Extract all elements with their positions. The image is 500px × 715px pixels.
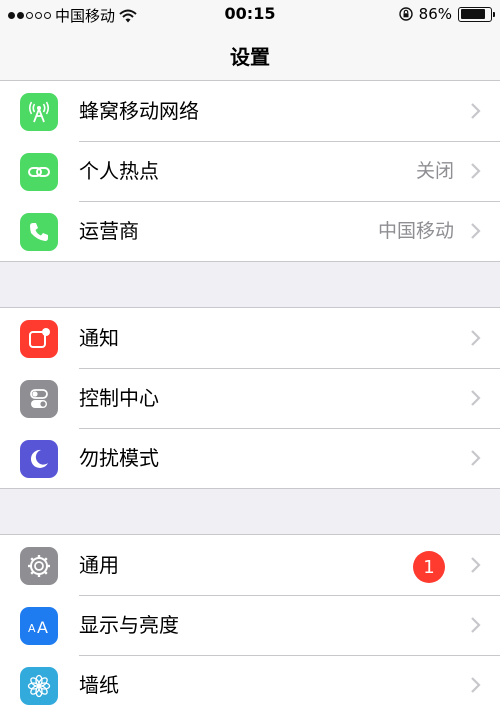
cellular-antenna-icon [20,93,58,131]
settings-row-label: 蜂窝移动网络 [79,99,199,123]
phone-icon [20,213,58,251]
settings-row-wallpaper[interactable]: 墙纸 [0,655,500,715]
text-size-icon: A A [20,607,58,645]
svg-text:A: A [28,622,36,635]
settings-row-label: 通用 [79,553,119,577]
orientation-lock-icon [398,7,413,21]
battery-percent: 86% [418,5,452,23]
settings-row-do-not-disturb[interactable]: 勿扰模式 [0,428,500,488]
chevron-right-icon [471,330,481,346]
settings-row-carrier[interactable]: 运营商 中国移动 [0,201,500,261]
chevron-right-icon [471,557,481,573]
settings-row-label: 个人热点 [79,159,159,183]
settings-row-label: 通知 [79,326,119,350]
settings-row-detail: 关闭 [415,160,454,182]
settings-row-label: 显示与亮度 [79,613,179,637]
settings-row-label: 运营商 [79,219,139,243]
svg-text:A: A [37,618,48,637]
navigation-bar: 设置 [0,28,500,84]
settings-row-label: 控制中心 [79,386,159,410]
chevron-right-icon [471,223,481,239]
settings-row-general[interactable]: 通用 1 [0,535,500,595]
toggles-icon [20,380,58,418]
settings-row-label: 勿扰模式 [79,446,159,470]
gear-icon [20,547,58,585]
flower-icon [20,667,58,705]
settings-row-hotspot[interactable]: 个人热点 关闭 [0,141,500,201]
chevron-right-icon [471,450,481,466]
chevron-right-icon [471,617,481,633]
settings-group-general: 通用 1 A A 显示与亮度 墙纸 [0,534,500,715]
status-bar: 中国移动 00:15 86% [0,0,500,28]
chevron-right-icon [471,163,481,179]
hotspot-chain-icon [20,153,58,191]
chevron-right-icon [471,677,481,693]
moon-icon [20,440,58,478]
settings-row-display-brightness[interactable]: A A 显示与亮度 [0,595,500,655]
chevron-right-icon [471,103,481,119]
notification-badge: 1 [413,551,445,583]
settings-row-label: 墙纸 [79,673,119,697]
settings-row-control-center[interactable]: 控制中心 [0,368,500,428]
battery-icon [458,6,495,22]
settings-group-notifications: 通知 控制中心 勿扰模式 [0,307,500,489]
settings-row-notifications[interactable]: 通知 [0,308,500,368]
status-right: 86% [398,5,495,23]
settings-group-network: 蜂窝移动网络 个人热点 关闭 运营商 中国移动 [0,80,500,262]
settings-row-cellular[interactable]: 蜂窝移动网络 [0,81,500,141]
chevron-right-icon [471,390,481,406]
settings-row-detail: 中国移动 [377,220,454,242]
page-title: 设置 [230,45,270,69]
notifications-icon [20,320,58,358]
battery-fill [460,9,485,19]
